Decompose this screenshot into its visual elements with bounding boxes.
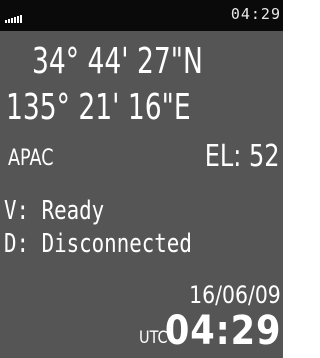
device-screen: 04:29 34° 44' 27"N 135° 21' 16"E APAC EL… — [0, 0, 283, 358]
latitude-readout: 34° 44' 27"N — [32, 41, 203, 82]
status-bar: 04:29 — [0, 0, 283, 31]
elevation-readout: EL: 52 — [204, 139, 279, 174]
status-time: 04:29 — [230, 5, 281, 23]
utc-clock: 04:29 — [164, 308, 281, 354]
v-status-line: V: Ready — [4, 196, 105, 226]
d-status-line: D: Disconnected — [4, 229, 192, 259]
satellite-system-label: APAC — [8, 146, 54, 171]
date-readout: 16/06/09 — [189, 281, 281, 309]
longitude-readout: 135° 21' 16"E — [6, 87, 191, 128]
utc-label: UTC — [139, 328, 168, 348]
